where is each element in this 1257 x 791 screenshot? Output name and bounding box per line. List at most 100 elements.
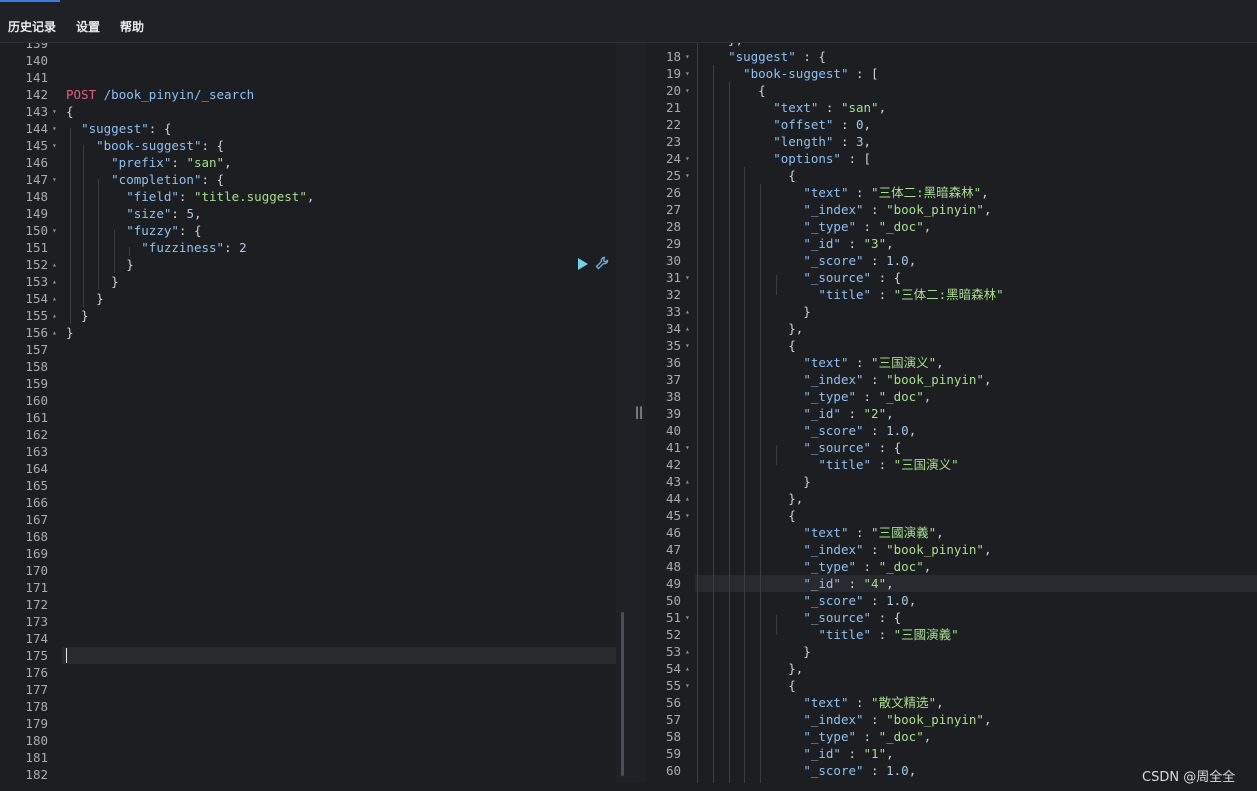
menu-history[interactable]: 历史记录 <box>8 18 56 35</box>
unfold-arrow-icon[interactable]: ▴ <box>52 307 57 324</box>
code-line[interactable]: "title" : "三体二:黑暗森林" <box>695 286 1257 303</box>
unfold-arrow-icon[interactable]: ▴ <box>52 256 57 273</box>
code-line[interactable]: "_source" : { <box>695 609 1257 626</box>
code-line[interactable]: "_index" : "book_pinyin", <box>695 711 1257 728</box>
code-line[interactable]: "_type" : "_doc", <box>695 388 1257 405</box>
code-line[interactable]: "size": 5, <box>62 205 616 222</box>
code-line[interactable]: "_score" : 1.0, <box>695 592 1257 609</box>
code-line[interactable]: }, <box>695 660 1257 677</box>
unfold-arrow-icon[interactable]: ▴ <box>685 643 690 660</box>
code-line[interactable] <box>62 392 616 409</box>
fold-arrow-icon[interactable]: ▾ <box>685 439 690 456</box>
code-line[interactable]: } <box>62 324 616 341</box>
code-line[interactable]: "_index" : "book_pinyin", <box>695 541 1257 558</box>
request-editor[interactable]: 139 140 141 142 143 ▾ 144 ▾ 145 ▾ 146 147 ▾ 148 149 150… <box>4 43 616 783</box>
code-line[interactable]: "book-suggest": { <box>62 137 616 154</box>
code-line[interactable]: } <box>695 643 1257 660</box>
code-line[interactable] <box>62 477 616 494</box>
fold-arrow-icon[interactable]: ▾ <box>52 137 57 154</box>
code-line[interactable]: "book-suggest" : [ <box>695 65 1257 82</box>
unfold-arrow-icon[interactable]: ▴ <box>685 473 690 490</box>
code-line[interactable]: "text" : "散文精选", <box>695 694 1257 711</box>
code-line[interactable]: } <box>62 256 616 273</box>
fold-arrow-icon[interactable]: ▾ <box>52 120 57 137</box>
fold-arrow-icon[interactable]: ▾ <box>685 507 690 524</box>
code-line[interactable]: POST /book_pinyin/_search <box>62 86 616 103</box>
code-line[interactable]: } <box>62 273 616 290</box>
fold-arrow-icon[interactable]: ▾ <box>685 82 690 99</box>
code-line[interactable]: "_source" : { <box>695 269 1257 286</box>
unfold-arrow-icon[interactable]: ▴ <box>685 490 690 507</box>
unfold-arrow-icon[interactable]: ▴ <box>685 660 690 677</box>
code-line[interactable]: "completion": { <box>62 171 616 188</box>
code-line[interactable] <box>62 562 616 579</box>
unfold-arrow-icon[interactable]: ▴ <box>52 324 57 341</box>
fold-arrow-icon[interactable]: ▾ <box>685 609 690 626</box>
code-line[interactable]: "_type" : "_doc", <box>695 728 1257 745</box>
code-line[interactable] <box>62 358 616 375</box>
code-line[interactable]: "text" : "san", <box>695 99 1257 116</box>
menu-help[interactable]: 帮助 <box>120 18 144 35</box>
code-line[interactable] <box>62 43 616 52</box>
code-line[interactable]: "_index" : "book_pinyin", <box>695 201 1257 218</box>
fold-arrow-icon[interactable]: ▾ <box>685 677 690 694</box>
code-line[interactable]: }, <box>695 490 1257 507</box>
fold-arrow-icon[interactable]: ▾ <box>685 65 690 82</box>
code-line[interactable]: "field": "title.suggest", <box>62 188 616 205</box>
code-line[interactable] <box>62 596 616 613</box>
response-code-area[interactable]: }, "suggest" : { "book-suggest" : [ { "t… <box>695 43 1257 783</box>
fold-arrow-icon[interactable]: ▾ <box>685 150 690 167</box>
code-line[interactable]: "fuzzy": { <box>62 222 616 239</box>
code-line[interactable]: "_id" : "3", <box>695 235 1257 252</box>
response-viewer[interactable]: 18 ▾ 19 ▾ 20 ▾ 21 22 23 24 ▾ 25 ▾ 26 27 28 29 30 31 ▾ 32 33 ▴ 3… <box>645 43 1257 783</box>
unfold-arrow-icon[interactable]: ▴ <box>685 303 690 320</box>
code-line[interactable]: { <box>695 337 1257 354</box>
code-line[interactable]: "_id" : "1", <box>695 745 1257 762</box>
code-line[interactable]: "_id" : "2", <box>695 405 1257 422</box>
fold-arrow-icon[interactable]: ▾ <box>52 171 57 188</box>
code-line[interactable] <box>62 647 616 664</box>
code-line[interactable]: "_score" : 1.0, <box>695 422 1257 439</box>
code-line[interactable]: } <box>695 303 1257 320</box>
code-line[interactable]: "length" : 3, <box>695 133 1257 150</box>
code-line[interactable]: "text" : "三国演义", <box>695 354 1257 371</box>
code-line[interactable] <box>62 715 616 732</box>
code-line[interactable]: "title" : "三國演義" <box>695 626 1257 643</box>
code-line[interactable] <box>62 528 616 545</box>
code-line[interactable]: }, <box>695 320 1257 337</box>
code-line[interactable]: "_id" : "4", <box>695 575 1257 592</box>
code-line[interactable] <box>62 732 616 749</box>
code-line[interactable] <box>62 579 616 596</box>
code-line[interactable]: { <box>695 507 1257 524</box>
code-line[interactable] <box>62 494 616 511</box>
code-line[interactable]: "_score" : 1.0, <box>695 252 1257 269</box>
unfold-arrow-icon[interactable]: ▴ <box>685 320 690 337</box>
code-line[interactable] <box>62 409 616 426</box>
request-scrollbar[interactable] <box>621 612 624 776</box>
code-line[interactable] <box>62 460 616 477</box>
wrench-icon[interactable] <box>594 255 610 271</box>
code-line[interactable] <box>62 341 616 358</box>
code-line[interactable]: "_type" : "_doc", <box>695 558 1257 575</box>
code-line[interactable] <box>62 749 616 766</box>
code-line[interactable]: } <box>695 473 1257 490</box>
code-line[interactable] <box>62 52 616 69</box>
resize-handle[interactable]: || <box>635 405 643 419</box>
code-line[interactable]: "options" : [ <box>695 150 1257 167</box>
code-line[interactable]: { <box>695 82 1257 99</box>
code-line[interactable]: "_source" : { <box>695 439 1257 456</box>
fold-arrow-icon[interactable]: ▾ <box>685 167 690 184</box>
code-line[interactable]: "suggest": { <box>62 120 616 137</box>
play-icon[interactable] <box>576 256 590 270</box>
unfold-arrow-icon[interactable]: ▴ <box>52 290 57 307</box>
code-line[interactable] <box>62 511 616 528</box>
code-line[interactable]: "text" : "三國演義", <box>695 524 1257 541</box>
code-line[interactable]: "fuzziness": 2 <box>62 239 616 256</box>
menu-settings[interactable]: 设置 <box>76 18 100 35</box>
code-line[interactable]: "_type" : "_doc", <box>695 218 1257 235</box>
code-line[interactable]: { <box>62 103 616 120</box>
code-line[interactable]: { <box>695 167 1257 184</box>
code-line[interactable]: "suggest" : { <box>695 48 1257 65</box>
request-code-area[interactable]: POST /book_pinyin/_search{ "suggest": { … <box>62 43 616 783</box>
fold-arrow-icon[interactable]: ▾ <box>685 269 690 286</box>
